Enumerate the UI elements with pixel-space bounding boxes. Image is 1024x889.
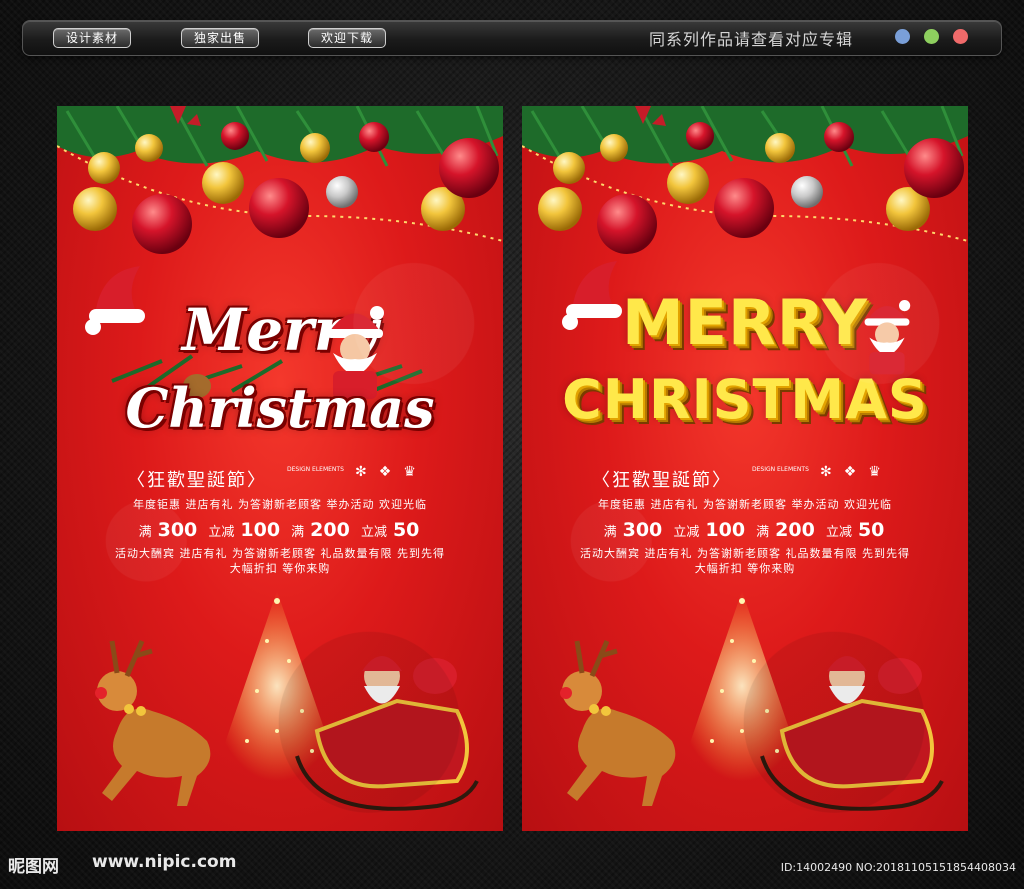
sleigh-icon: [295, 656, 479, 811]
sleigh-icon: [760, 656, 944, 811]
promo-row: 满 300 立减 100 满 200 立减 50: [522, 519, 968, 541]
nipic-logo: 昵图网: [8, 857, 59, 877]
series-note: 同系列作品请查看对应专辑: [649, 30, 854, 49]
promo-line-3: 活动大酬宾 进店有礼 为答谢新老顾客 礼品数量有限 先到先得: [115, 547, 445, 560]
reindeer-icon: [95, 640, 211, 806]
title-christmas: Christmas: [125, 376, 435, 440]
red-dot-button[interactable]: [953, 29, 968, 44]
crown-icon: ♛: [403, 464, 428, 480]
promo-key: 满: [756, 525, 770, 540]
title-christmas: CHRISTMAS: [562, 368, 928, 431]
promo-key: 立减: [208, 525, 235, 540]
promo-value: 300: [622, 519, 663, 541]
green-dot-button[interactable]: [924, 29, 939, 44]
promo-key: 满: [138, 525, 152, 540]
mini-icons-row: ✻❖♛: [820, 464, 893, 480]
image-id-label: ID:14002490 NO:20181105151854408034: [780, 861, 1016, 874]
promo-line-1: 年度钜惠 进店有礼 为答谢新老顾客 举办活动 欢迎光临: [598, 498, 892, 511]
design-elements-label: DESIGN ELEMENTS: [752, 466, 809, 473]
blue-dot-button[interactable]: [895, 29, 910, 44]
design-material-button[interactable]: 设计素材: [53, 28, 132, 48]
promo-row: 满 300 立减 100 满 200 立减 50: [57, 519, 503, 541]
festival-title: 〈狂歡聖誕節〉: [127, 470, 267, 491]
welcome-download-button[interactable]: 欢迎下载: [308, 28, 387, 48]
promo-value: 50: [857, 519, 885, 541]
promo-key: 满: [291, 525, 305, 540]
promo-value: 300: [157, 519, 198, 541]
sleigh-scene-icon: [560, 591, 944, 811]
promo-line-4: 大幅折扣 等你来购: [694, 562, 796, 575]
promo-key: 立减: [360, 525, 387, 540]
sleigh-scene-icon: [95, 591, 479, 811]
promo-key: 满: [603, 525, 617, 540]
snowflake-icon: ✻: [355, 464, 379, 480]
ornament-garland-icon: [57, 106, 503, 254]
promo-key: 立减: [673, 525, 700, 540]
festival-title: 〈狂歡聖誕節〉: [592, 470, 732, 491]
promo-line-1: 年度钜惠 进店有礼 为答谢新老顾客 举办活动 欢迎光临: [133, 498, 427, 511]
poster-right: MERRY CHRISTMAS 〈狂歡聖誕節〉 DESIGN ELEMENTS …: [522, 106, 968, 831]
promo-line-4: 大幅折扣 等你来购: [229, 562, 331, 575]
exclusive-sale-button[interactable]: 独家出售: [181, 28, 260, 48]
promo-value: 200: [775, 519, 815, 541]
promo-value: 50: [392, 519, 420, 541]
nipic-url: www.nipic.com: [92, 852, 237, 872]
mini-icons-row: ✻❖♛: [355, 464, 428, 480]
ornament-garland-icon: [522, 106, 968, 254]
top-toolbar: 设计素材 独家出售 欢迎下载 同系列作品请查看对应专辑: [22, 20, 1002, 56]
title-merry: MERRY: [621, 286, 869, 359]
promo-line-3: 活动大酬宾 进店有礼 为答谢新老顾客 礼品数量有限 先到先得: [580, 547, 910, 560]
design-elements-label: DESIGN ELEMENTS: [287, 466, 344, 473]
gift-icon: ❖: [843, 464, 869, 480]
reindeer-icon: [560, 640, 676, 806]
gift-icon: ❖: [378, 464, 404, 480]
promo-value: 100: [705, 519, 746, 541]
promo-value: 100: [240, 519, 281, 541]
crown-icon: ♛: [868, 464, 893, 480]
promo-key: 立减: [825, 525, 852, 540]
promo-value: 200: [310, 519, 350, 541]
poster-left: Merry Christmas 〈狂歡聖誕節〉 DESIGN ELEMENTS …: [57, 106, 503, 831]
snowflake-icon: ✻: [820, 464, 844, 480]
